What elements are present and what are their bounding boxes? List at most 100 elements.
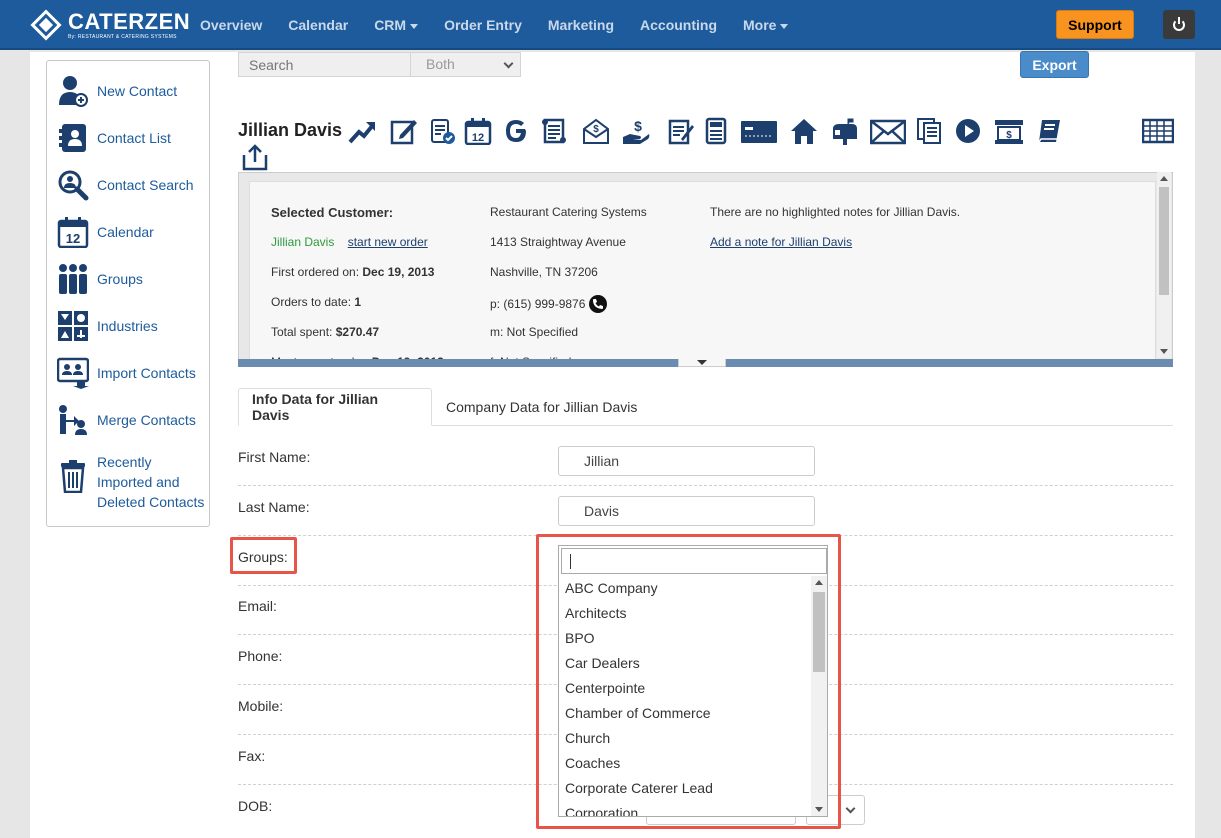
import-contacts-icon <box>57 357 89 389</box>
export-button[interactable]: Export <box>1020 51 1089 78</box>
calendar-icon: 12 <box>57 216 89 248</box>
spreadsheet-grid-icon[interactable] <box>1142 117 1174 145</box>
search-scope-select[interactable]: Both <box>410 52 521 77</box>
merge-contacts-icon <box>57 404 89 436</box>
envelope-icon[interactable] <box>870 117 906 145</box>
nav-more[interactable]: More <box>743 17 789 33</box>
contact-search-input[interactable] <box>238 52 411 77</box>
customer-name-link[interactable]: Jillian Davis <box>271 235 334 249</box>
google-icon[interactable] <box>502 117 530 145</box>
nav-accounting[interactable]: Accounting <box>640 17 717 33</box>
nav-overview[interactable]: Overview <box>200 17 262 33</box>
add-note-link[interactable]: Add a note for Jillian Davis <box>710 235 852 249</box>
last-name-field[interactable]: Davis <box>558 496 815 526</box>
checklist-icon[interactable] <box>428 117 456 145</box>
top-navbar: CATERZEN By: RESTAURANT & CATERING SYSTE… <box>0 0 1221 50</box>
trash-icon <box>57 460 89 493</box>
scroll-down-icon[interactable] <box>1160 349 1168 354</box>
logo-name: CATERZEN <box>68 8 191 34</box>
contract-sign-icon[interactable] <box>666 117 694 145</box>
selected-customer-label: Selected Customer: <box>271 205 394 220</box>
nav-marketing[interactable]: Marketing <box>548 17 614 33</box>
caterzen-logo[interactable]: CATERZEN By: RESTAURANT & CATERING SYSTE… <box>30 9 190 41</box>
chevron-down-icon <box>780 23 789 29</box>
trending-chart-icon[interactable] <box>348 117 376 145</box>
phone-label: Phone: <box>238 648 283 664</box>
scroll-up-icon[interactable] <box>1160 176 1168 181</box>
logout-button[interactable] <box>1163 10 1195 39</box>
sidebar-item-industries[interactable]: Industries <box>57 310 158 342</box>
nav-calendar[interactable]: Calendar <box>288 17 348 33</box>
share-export-icon[interactable] <box>241 143 269 171</box>
scroll-document-icon[interactable] <box>540 117 568 145</box>
highlighted-notes-text: There are no highlighted notes for Jilli… <box>710 205 961 219</box>
mailbox-icon[interactable] <box>830 117 858 145</box>
contact-search-icon <box>57 169 89 201</box>
tab-company-data[interactable]: Company Data for Jillian Davis <box>433 388 650 426</box>
svg-text:$: $ <box>634 118 642 134</box>
sidebar-item-groups[interactable]: Groups <box>57 263 143 295</box>
sidebar-item-label: Contact List <box>97 130 171 146</box>
sidebar-item-label: Calendar <box>97 224 154 240</box>
svg-text:$: $ <box>593 124 599 135</box>
sidebar-item-contact-list[interactable]: Contact List <box>57 122 171 154</box>
sidebar-item-merge-contacts[interactable]: Merge Contacts <box>57 404 196 436</box>
phone-value: p: (615) 999-9876 <box>490 297 586 311</box>
first-name-field[interactable]: Jillian <box>558 446 815 476</box>
industries-icon <box>57 310 89 342</box>
support-button[interactable]: Support <box>1056 10 1134 39</box>
contact-list-icon <box>57 122 89 154</box>
total-spent-row: Total spent: $270.47 <box>271 325 379 339</box>
mobile-value: m: Not Specified <box>490 325 579 339</box>
customer-name-row: Jillian Davis start new order <box>271 235 428 249</box>
tab-info-data[interactable]: Info Data for Jillian Davis <box>238 388 432 426</box>
start-new-order-link[interactable]: start new order <box>348 235 428 249</box>
phone-call-icon[interactable] <box>589 295 608 313</box>
summary-scrollbar[interactable] <box>1157 172 1171 358</box>
calculator-icon[interactable] <box>702 117 730 145</box>
sidebar-item-label: New Contact <box>97 83 178 99</box>
chevron-down-icon <box>845 803 856 814</box>
scroll-thumb[interactable] <box>1159 187 1169 295</box>
total-spent-label: Total spent: <box>271 325 333 339</box>
sidebar-item-import-contacts[interactable]: Import Contacts <box>57 357 196 389</box>
expand-panel-toggle[interactable] <box>678 359 726 367</box>
groups-dropdown-highlight <box>536 534 841 829</box>
address-line-1: 1413 Straightway Avenue <box>490 235 626 249</box>
sidebar-item-recently-deleted[interactable]: Recently Imported and Deleted Contacts <box>57 452 209 512</box>
invoice-email-icon[interactable]: $ <box>582 117 610 145</box>
address-line-2: Nashville, TN 37206 <box>490 265 598 279</box>
first-ordered-value: Dec 19, 2013 <box>362 265 435 279</box>
documents-stack-icon[interactable] <box>916 117 944 145</box>
sidebar-item-new-contact[interactable]: New Contact <box>57 75 177 107</box>
dob-label: DOB: <box>238 798 273 814</box>
nav-order-entry[interactable]: Order Entry <box>444 17 522 33</box>
chevron-down-icon <box>410 23 419 29</box>
nav-crm[interactable]: CRM <box>374 17 419 33</box>
credit-card-icon[interactable] <box>740 117 778 145</box>
bank-icon[interactable]: $ <box>994 117 1024 145</box>
first-name-label: First Name: <box>238 449 311 465</box>
sidebar-item-label: Contact Search <box>97 177 194 193</box>
customer-summary-panel: Selected Customer: Jillian Davis start n… <box>238 172 1173 367</box>
svg-text:12: 12 <box>472 132 484 144</box>
nav-more-label: More <box>743 17 777 33</box>
home-icon[interactable] <box>790 117 818 145</box>
sidebar-item-calendar[interactable]: 12 Calendar <box>57 216 154 248</box>
total-spent-value: $270.47 <box>335 325 380 339</box>
search-scope-value: Both <box>426 56 455 72</box>
orders-to-date-row: Orders to date: 1 <box>271 295 361 309</box>
edit-note-icon[interactable] <box>390 117 418 145</box>
new-contact-icon <box>57 75 89 107</box>
logo-icon <box>30 9 62 41</box>
phone-row: p: (615) 999-9876 <box>490 295 608 313</box>
play-icon[interactable] <box>954 117 982 145</box>
groups-icon <box>57 263 89 295</box>
calendar-12-icon[interactable]: 12 <box>464 117 492 145</box>
groups-label-highlight <box>230 537 297 574</box>
payment-hand-icon[interactable]: $ <box>622 117 650 145</box>
book-icon[interactable] <box>1036 117 1064 145</box>
sidebar-item-contact-search[interactable]: Contact Search <box>57 169 194 201</box>
svg-text:$: $ <box>1006 130 1012 141</box>
sidebar-item-label: Merge Contacts <box>97 412 196 428</box>
